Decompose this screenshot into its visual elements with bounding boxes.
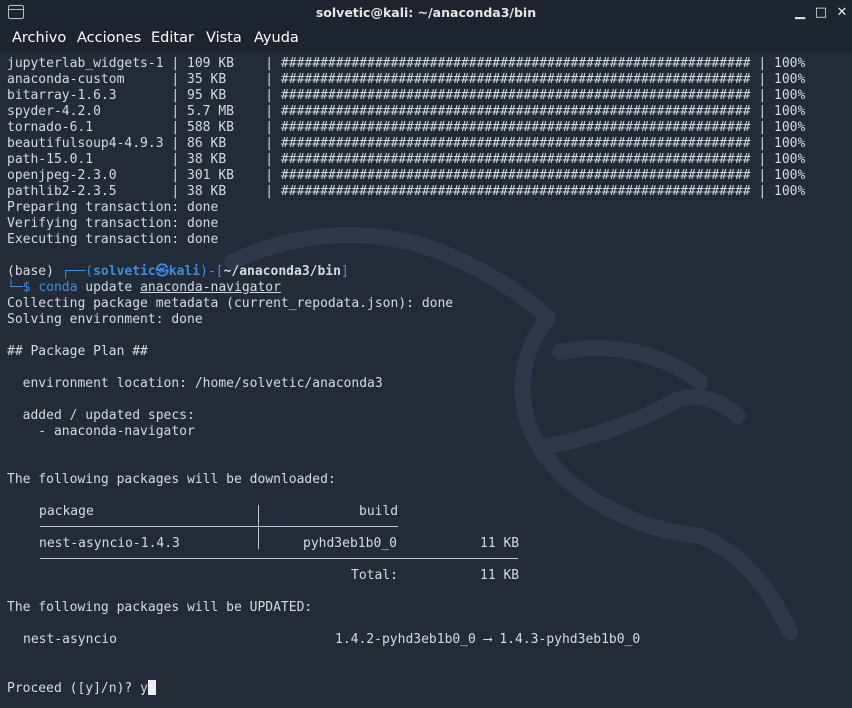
text-cursor: [147, 680, 156, 695]
proceed-input[interactable]: y: [140, 681, 148, 696]
table-total-size: 11 KB: [480, 568, 520, 583]
status-line: Verifying transaction: done: [7, 216, 219, 231]
status-line: Preparing transaction: done: [7, 200, 219, 215]
menu-acciones[interactable]: Acciones: [77, 30, 141, 46]
solving-line: Solving environment: done: [7, 312, 203, 327]
table-package-name: nest-asyncio-1.4.3: [39, 536, 180, 551]
download-line: jupyterlab_widgets-1 | 109 KB | ########…: [7, 56, 806, 71]
download-header: The following packages will be downloade…: [7, 472, 336, 487]
menu-ayuda[interactable]: Ayuda: [254, 30, 299, 46]
download-line: spyder-4.2.0 | 5.7 MB | ################…: [7, 104, 806, 119]
specs-item: - anaconda-navigator: [7, 424, 195, 439]
download-line: pathlib2-2.3.5 | 38 KB | ###############…: [7, 184, 806, 199]
prompt-corner: ┌──(: [61, 264, 94, 279]
prompt-corner-2: └─$: [7, 280, 39, 295]
download-line: openjpeg-2.3.0 | 301 KB | ##############…: [7, 168, 806, 183]
table-bottom-rule: [40, 558, 518, 559]
prompt-host: kali: [168, 264, 201, 279]
prompt-line: (base) ┌──(solvetic㉿kali)-[~/anaconda3/b…: [7, 264, 349, 280]
package-plan-header: ## Package Plan ##: [7, 344, 148, 359]
table-total-label: Total:: [351, 568, 398, 583]
minimize-button[interactable]: ▁: [791, 4, 809, 22]
updated-package-name: nest-asyncio: [23, 632, 117, 647]
table-column-divider: [258, 505, 259, 549]
table-header-build: build: [359, 504, 399, 519]
menu-editar[interactable]: Editar: [151, 30, 194, 46]
command-line: └─$ conda update anaconda-navigator: [7, 280, 281, 296]
specs-header: added / updated specs:: [7, 408, 195, 423]
updated-package-versions: 1.4.2-pyhd3eb1b0_0 ⟶ 1.4.3-pyhd3eb1b0_0: [335, 632, 641, 647]
prompt-env: (base): [7, 264, 62, 279]
download-line: beautifulsoup4-4.9.3 | 86 KB | #########…: [7, 136, 806, 151]
prompt-end: ]: [340, 264, 349, 279]
menu-bar: Archivo Acciones Editar Vista Ayuda: [0, 26, 852, 52]
command-arg: anaconda-navigator: [140, 280, 281, 295]
command-name: conda: [38, 280, 78, 295]
table-header-package: package: [39, 504, 94, 519]
download-line: tornado-6.1 | 588 KB | #################…: [7, 120, 806, 135]
table-header-rule: [40, 526, 398, 527]
download-line: path-15.0.1 | 38 KB | ##################…: [7, 152, 806, 167]
prompt-at: ㉿: [155, 264, 169, 279]
window-title: solvetic@kali: ~/anaconda3/bin: [315, 5, 537, 20]
command-rest: update: [77, 280, 141, 295]
proceed-prompt: Proceed ([y]/n)?: [7, 681, 141, 696]
title-bar: solvetic@kali: ~/anaconda3/bin ▁ □ ✕: [0, 0, 852, 26]
updated-header: The following packages will be UPDATED:: [7, 600, 313, 615]
table-package-size: 11 KB: [480, 536, 520, 551]
close-button[interactable]: ✕: [833, 4, 851, 22]
prompt-mid: )-[: [200, 264, 224, 279]
collecting-line: Collecting package metadata (current_rep…: [7, 296, 454, 311]
prompt-path: ~/anaconda3/bin: [223, 264, 341, 279]
download-line: bitarray-1.6.3 | 95 KB | ###############…: [7, 88, 806, 103]
maximize-button[interactable]: □: [812, 4, 830, 22]
prompt-user: solvetic: [93, 264, 156, 279]
terminal-output[interactable]: jupyterlab_widgets-1 | 109 KB | ########…: [0, 52, 852, 708]
environment-location: environment location: /home/solvetic/ana…: [7, 376, 383, 391]
menu-vista[interactable]: Vista: [206, 30, 242, 46]
proceed-line: Proceed ([y]/n)? y: [7, 680, 156, 697]
table-package-build: pyhd3eb1b0_0: [303, 536, 397, 551]
status-line: Executing transaction: done: [7, 232, 219, 247]
terminal-window: solvetic@kali: ~/anaconda3/bin ▁ □ ✕ Arc…: [0, 0, 852, 708]
download-line: anaconda-custom | 35 KB | ##############…: [7, 72, 806, 87]
menu-archivo[interactable]: Archivo: [12, 30, 66, 46]
